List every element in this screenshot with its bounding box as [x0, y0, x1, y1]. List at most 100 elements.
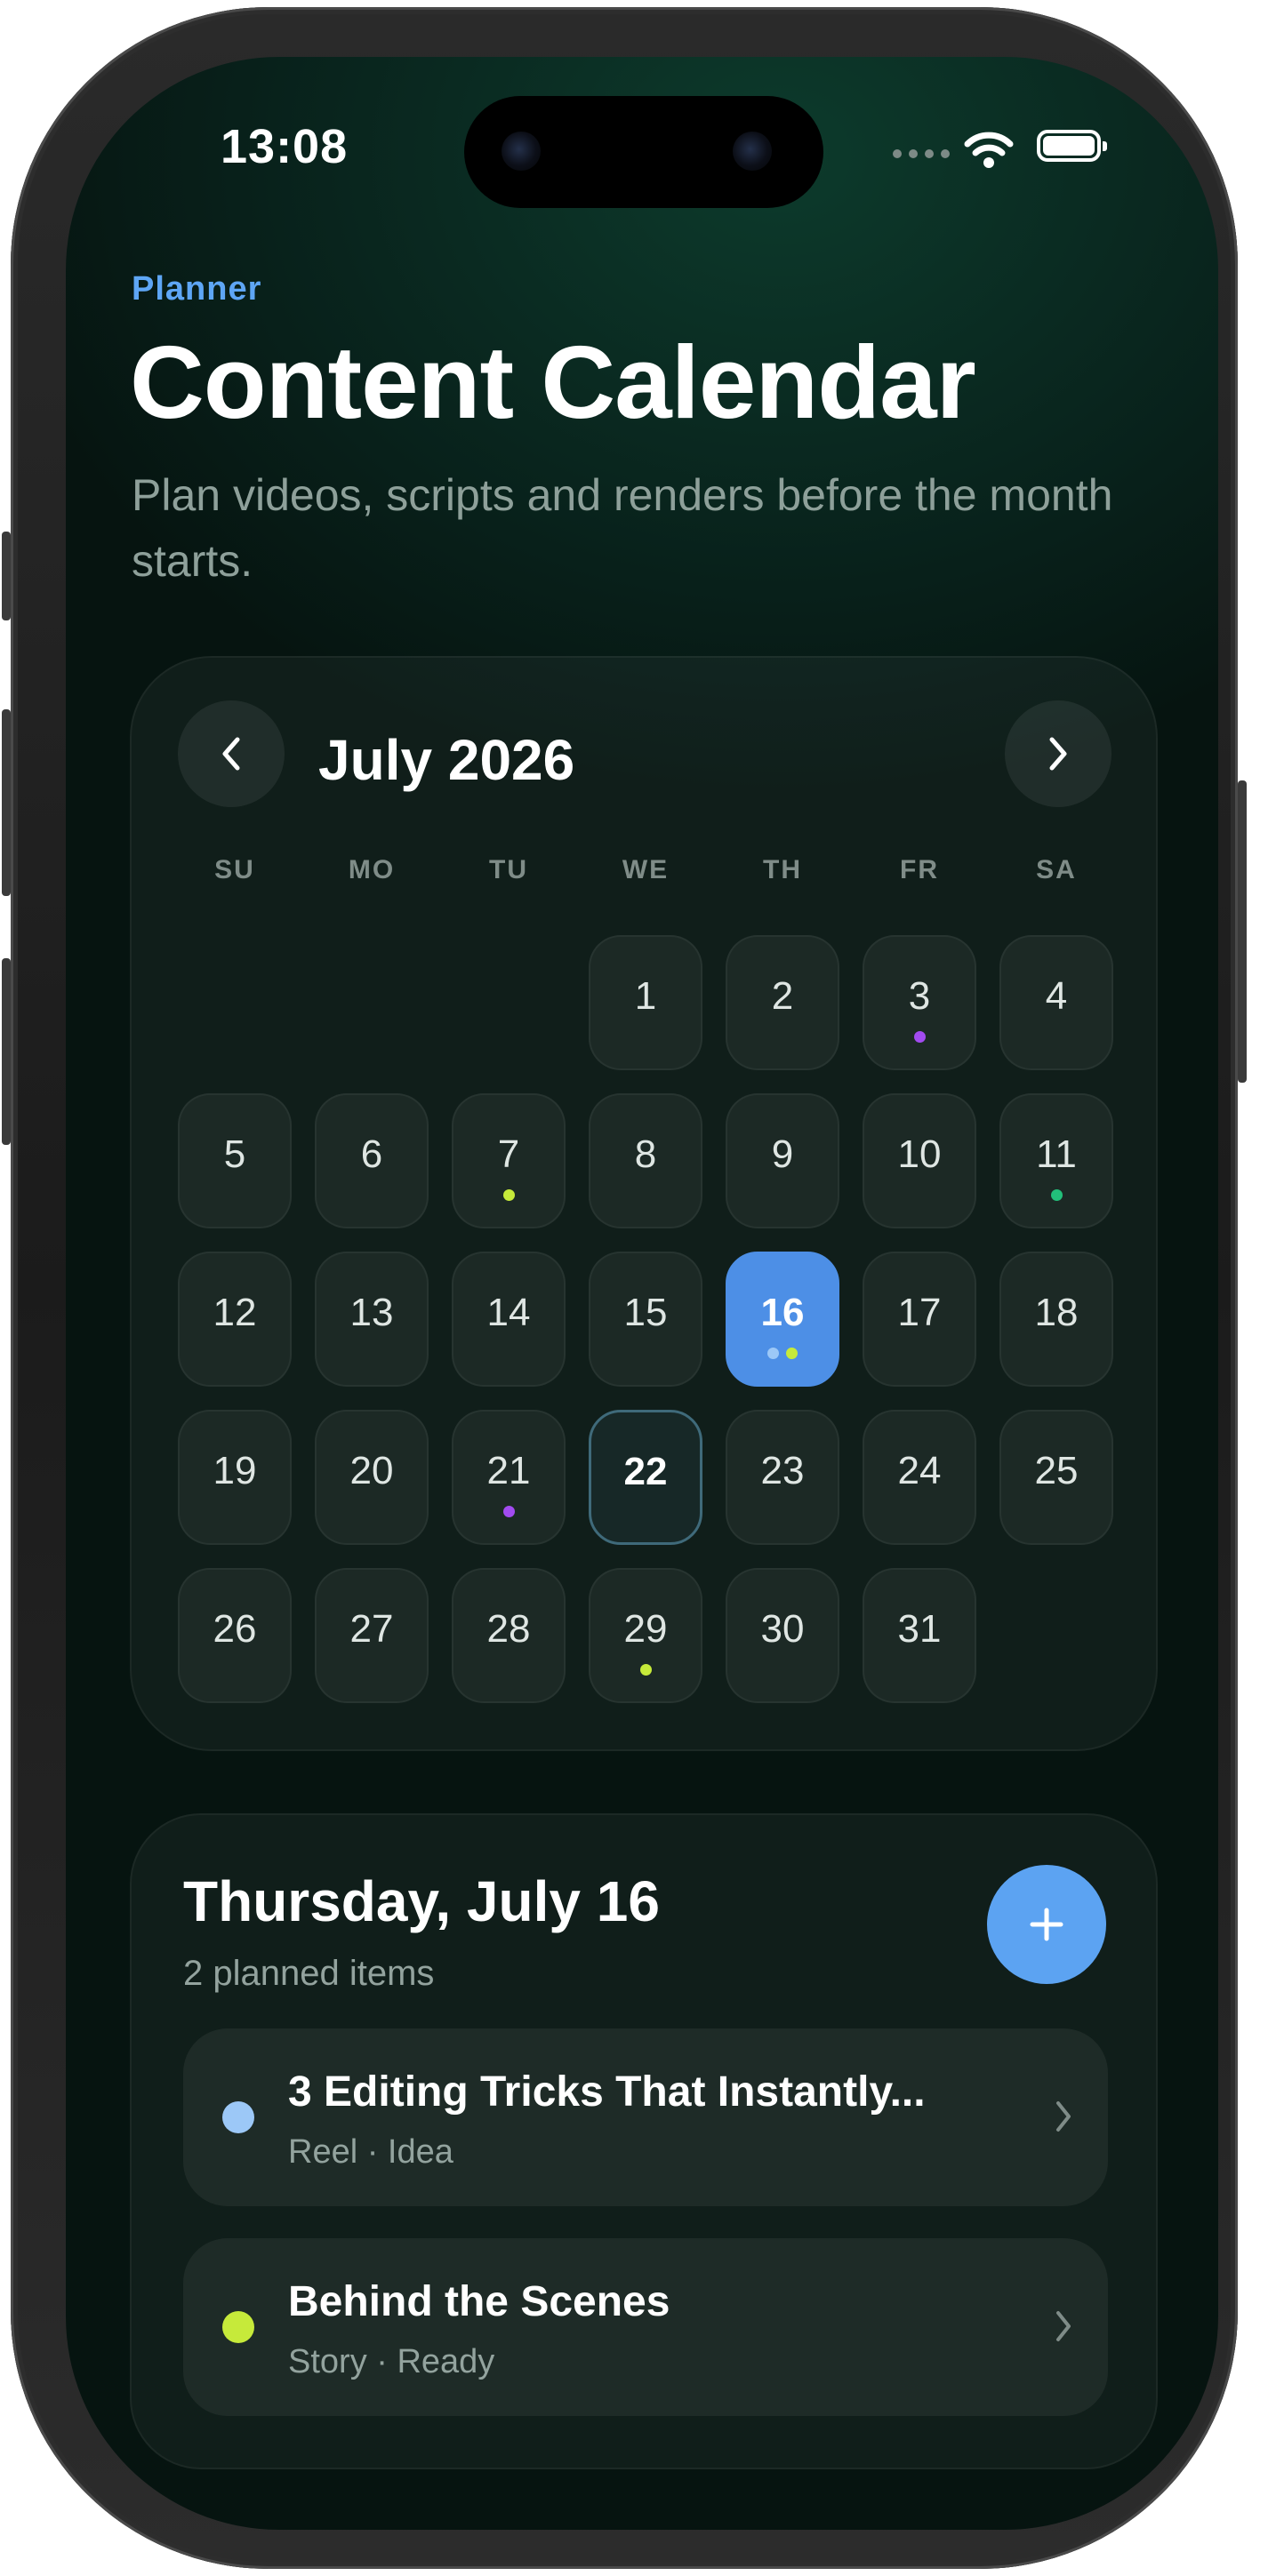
day-number: 27 [349, 1607, 394, 1651]
day-number: 25 [1034, 1449, 1079, 1492]
item-status-dot [222, 2101, 254, 2133]
calendar-day-29[interactable]: 29 [589, 1568, 702, 1703]
day-number: 2 [771, 974, 794, 1018]
phone-frame: 13:08 Planner Content Calendar Plan vide… [2, 7, 1247, 2569]
day-number: 18 [1034, 1291, 1079, 1334]
calendar-day-22[interactable]: 22 [589, 1410, 702, 1545]
calendar-day-26[interactable]: 26 [178, 1568, 292, 1703]
day-number: 10 [897, 1132, 942, 1176]
calendar-day-15[interactable]: 15 [589, 1252, 702, 1387]
calendar-card: July 2026 SU MO TU WE TH FR SA 123456789… [130, 656, 1158, 1751]
month-label: July 2026 [318, 728, 575, 792]
item-title: Behind the Scenes [288, 2278, 670, 2325]
calendar-day-30[interactable]: 30 [726, 1568, 839, 1703]
event-dot [913, 1031, 926, 1043]
day-number: 17 [897, 1291, 942, 1334]
weekday-thu: TH [763, 855, 802, 884]
calendar-day-16[interactable]: 16 [726, 1252, 839, 1387]
chevron-right-icon [1049, 737, 1067, 771]
calendar-day-3[interactable]: 3 [863, 935, 976, 1070]
event-dot [767, 1348, 779, 1359]
event-dot [639, 1664, 652, 1676]
calendar-day-17[interactable]: 17 [863, 1252, 976, 1387]
calendar-day-20[interactable]: 20 [315, 1410, 429, 1545]
calendar-day-2[interactable]: 2 [726, 935, 839, 1070]
calendar-day-10[interactable]: 10 [863, 1093, 976, 1228]
day-number: 8 [634, 1132, 657, 1176]
calendar-day-24[interactable]: 24 [863, 1410, 976, 1545]
agenda-item[interactable]: 3 Editing Tricks That Instantly... Reel … [183, 2028, 1108, 2206]
power-button [1238, 780, 1247, 1083]
day-number: 29 [623, 1607, 668, 1651]
agenda-date-title: Thursday, July 16 [183, 1869, 660, 1933]
calendar-day-6[interactable]: 6 [315, 1093, 429, 1228]
event-dots [590, 1664, 701, 1676]
event-dots [727, 1348, 838, 1359]
day-number: 16 [760, 1291, 805, 1334]
day-number: 13 [349, 1291, 394, 1334]
day-number: 20 [349, 1449, 394, 1492]
camera-lens [502, 132, 541, 171]
plus-icon [1030, 1908, 1063, 1941]
previous-month-button[interactable] [178, 700, 285, 807]
calendar-day-7[interactable]: 7 [452, 1093, 566, 1228]
calendar-day-23[interactable]: 23 [726, 1410, 839, 1545]
weekday-wed: WE [622, 855, 670, 884]
item-status-dot [222, 2311, 254, 2343]
chevron-right-icon [1056, 2311, 1071, 2341]
volume-down-button [2, 958, 11, 1145]
item-meta: Reel · Idea [288, 2133, 453, 2171]
day-number: 26 [213, 1607, 257, 1651]
calendar-day-12[interactable]: 12 [178, 1252, 292, 1387]
day-number: 3 [908, 974, 931, 1018]
status-time: 13:08 [221, 120, 349, 173]
event-dots [864, 1031, 975, 1043]
wifi-icon [964, 132, 1014, 168]
day-number: 31 [897, 1607, 942, 1651]
calendar-day-27[interactable]: 27 [315, 1568, 429, 1703]
day-number: 4 [1045, 974, 1068, 1018]
calendar-day-21[interactable]: 21 [452, 1410, 566, 1545]
calendar-day-9[interactable]: 9 [726, 1093, 839, 1228]
day-number: 14 [486, 1291, 531, 1334]
add-item-button[interactable] [987, 1865, 1106, 1984]
screen: 13:08 Planner Content Calendar Plan vide… [66, 57, 1218, 2530]
calendar-day-18[interactable]: 18 [999, 1252, 1113, 1387]
weekday-sat: SA [1036, 855, 1077, 884]
day-number: 15 [623, 1291, 668, 1334]
chevron-right-icon [1056, 2101, 1071, 2132]
eyebrow-label: Planner [132, 270, 262, 308]
day-number: 28 [486, 1607, 531, 1651]
chevron-left-icon [222, 737, 240, 771]
item-meta: Story · Ready [288, 2343, 495, 2380]
calendar-day-13[interactable]: 13 [315, 1252, 429, 1387]
page-title: Content Calendar [130, 324, 976, 440]
calendar-day-28[interactable]: 28 [452, 1568, 566, 1703]
calendar-day-11[interactable]: 11 [999, 1093, 1113, 1228]
agenda-item[interactable]: Behind the Scenes Story · Ready [183, 2238, 1108, 2416]
calendar-day-4[interactable]: 4 [999, 935, 1113, 1070]
day-number: 1 [634, 974, 657, 1018]
calendar-day-5[interactable]: 5 [178, 1093, 292, 1228]
calendar-day-19[interactable]: 19 [178, 1410, 292, 1545]
calendar-day-1[interactable]: 1 [589, 935, 702, 1070]
dynamic-island [464, 96, 823, 208]
page-subtitle: Plan videos, scripts and renders before … [132, 470, 1113, 586]
day-number: 24 [897, 1449, 942, 1492]
event-dot [502, 1506, 515, 1517]
day-number: 6 [360, 1132, 383, 1176]
planned-items-count: 2 planned items [183, 1954, 435, 1993]
calendar-day-31[interactable]: 31 [863, 1568, 976, 1703]
next-month-button[interactable] [1005, 700, 1112, 807]
event-dot [502, 1189, 515, 1201]
agenda-card: Thursday, July 16 2 planned items 3 Edit… [130, 1813, 1158, 2469]
calendar-day-8[interactable]: 8 [589, 1093, 702, 1228]
day-number: 9 [771, 1132, 794, 1176]
weekday-sun: SU [214, 855, 255, 884]
weekday-tue: TU [489, 855, 528, 884]
day-number: 5 [223, 1132, 246, 1176]
day-number: 12 [213, 1291, 257, 1334]
calendar-day-25[interactable]: 25 [999, 1410, 1113, 1545]
action-button [2, 532, 11, 620]
calendar-day-14[interactable]: 14 [452, 1252, 566, 1387]
